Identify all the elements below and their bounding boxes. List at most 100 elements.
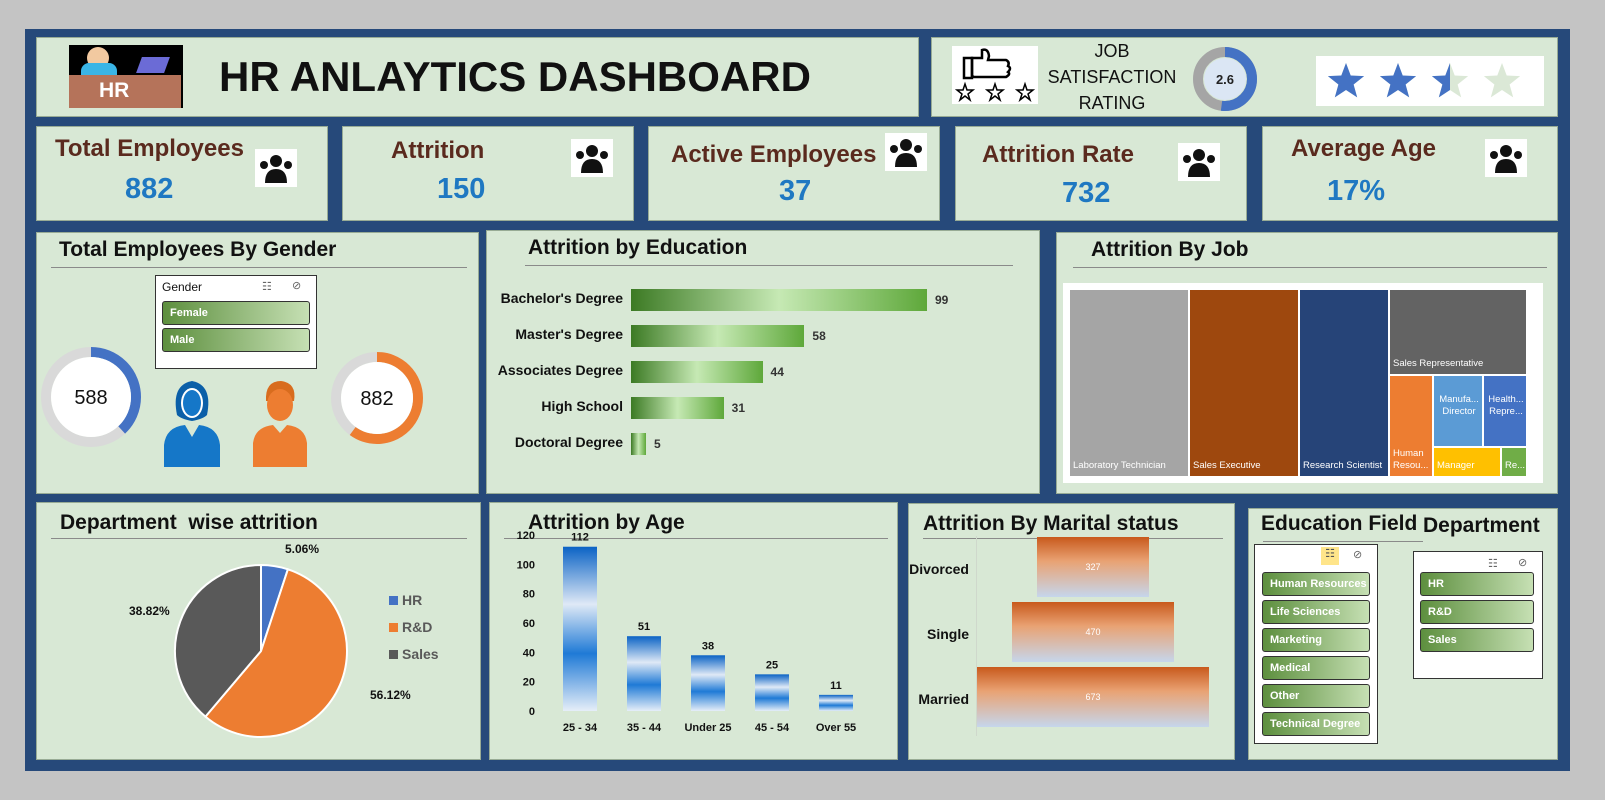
treemap-tile[interactable]: Health... Repre...: [1483, 375, 1527, 447]
department-slicer-item[interactable]: Sales: [1420, 628, 1534, 652]
marital-bar-value: 470: [1085, 627, 1101, 637]
marital-bar[interactable]: 327: [1036, 537, 1150, 597]
female-person-icon: [161, 375, 223, 467]
x-tick-label: Under 25: [684, 722, 731, 734]
age-bar[interactable]: [691, 655, 725, 711]
rating-stars: [1316, 56, 1544, 106]
education-bar-value: 5: [653, 437, 661, 451]
education-field-item[interactable]: Life Sciences: [1262, 600, 1370, 624]
treemap-tile[interactable]: Sales Representative: [1389, 289, 1527, 375]
y-tick-label: 0: [529, 706, 535, 718]
treemap-tile-label: Sales Representative: [1393, 358, 1484, 369]
treemap-tile[interactable]: Laboratory Technician: [1069, 289, 1189, 477]
age-bar-value: 25: [766, 659, 778, 671]
education-bar-label: Master's Degree: [515, 326, 623, 342]
education-bar-label: Doctoral Degree: [514, 434, 623, 450]
legend-swatch: [389, 623, 398, 632]
legend-label: Sales: [402, 646, 439, 662]
age-cycle-icon: [1485, 139, 1527, 177]
education-field-item[interactable]: Technical Degree: [1262, 712, 1370, 736]
education-bar-value: 99: [935, 293, 949, 307]
kpi-label: Average Age: [1291, 135, 1436, 162]
legend-label: R&D: [402, 619, 432, 635]
marital-bar-value: 673: [1085, 692, 1101, 702]
department-slicer-title: Department: [1423, 514, 1540, 537]
treemap-tile-label: Human Resou...: [1393, 448, 1429, 471]
education-bar-value: 31: [731, 401, 746, 415]
satisfaction-value: 2.6: [1216, 72, 1234, 87]
satisfaction-panel: JOB SATISFACTION RATING 2.6: [931, 37, 1558, 117]
education-field-item[interactable]: Marketing: [1262, 628, 1370, 652]
header-panel: HR HR ANLAYTICS DASHBOARD: [36, 37, 919, 117]
star-icon: [1327, 63, 1365, 98]
people-leaving-icon: [571, 139, 613, 177]
treemap-tile-label: Manager: [1437, 460, 1475, 471]
age-panel: Attrition by Age 0 20 40 60 80 100 120 112 25 - …: [489, 502, 898, 760]
gender-slicer-item-female[interactable]: Female: [162, 301, 310, 325]
treemap-tile-label: Health... Repre...: [1488, 394, 1524, 417]
marital-panel: Attrition By Marital status Divorced 327 S…: [908, 503, 1235, 760]
marital-bar-chart: Divorced 327 Single 470 Married 673: [909, 504, 1236, 761]
age-bar[interactable]: [819, 694, 853, 711]
kpi-card: Active Employees 37: [648, 126, 940, 221]
kpi-label: Total Employees: [55, 135, 244, 162]
kpi-label: Active Employees: [671, 141, 877, 168]
multi-select-icon[interactable]: ☷: [1321, 547, 1339, 565]
male-donut: 882: [331, 352, 423, 444]
treemap-tile[interactable]: Research Scientist: [1299, 289, 1389, 477]
department-pie-chart: 5.06% 56.12% 38.82% HR R&D Sales: [129, 542, 439, 738]
multi-select-icon[interactable]: ☷: [1488, 557, 1498, 570]
education-bar: [631, 289, 927, 311]
clear-filter-icon[interactable]: ⊘: [292, 279, 301, 292]
y-tick-label: 120: [517, 530, 535, 542]
education-field-item[interactable]: Medical: [1262, 656, 1370, 680]
gender-slicer-title: Gender: [162, 280, 203, 294]
treemap-tile-label: Manufa... Director: [1439, 394, 1479, 417]
department-slicer-item[interactable]: R&D: [1420, 600, 1534, 624]
treemap-tile[interactable]: Manager: [1433, 447, 1501, 477]
thumbs-up-stars-icon: [952, 46, 1038, 104]
department-panel: Department wise attrition 5.06% 56.12% 38.…: [36, 502, 481, 760]
treemap-tile[interactable]: Manufa... Director: [1433, 375, 1483, 447]
age-bar[interactable]: [755, 674, 789, 711]
treemap-tile[interactable]: Re...: [1501, 447, 1527, 477]
y-tick-label: 80: [523, 589, 535, 601]
treemap-tile-label: Research Scientist: [1303, 460, 1383, 471]
gender-slicer-item-male[interactable]: Male: [162, 328, 310, 352]
education-bar: [631, 325, 805, 347]
kpi-value: 17%: [1327, 175, 1386, 207]
kpi-card: Total Employees 882: [36, 126, 328, 221]
kpi-card: Attrition Rate 732: [955, 126, 1247, 221]
clear-filter-icon[interactable]: ⊘: [1518, 556, 1527, 569]
marital-bar[interactable]: 470: [1011, 602, 1174, 662]
education-field-item[interactable]: Human Resources: [1262, 572, 1370, 596]
education-bar-label: Associates Degree: [497, 362, 623, 378]
multi-select-icon[interactable]: ☷: [262, 280, 272, 293]
legend-swatch: [389, 650, 398, 659]
satisfaction-gauge: 2.6: [1193, 47, 1257, 111]
marital-bar[interactable]: 673: [977, 667, 1209, 727]
education-field-item[interactable]: Other: [1262, 684, 1370, 708]
clear-filter-icon[interactable]: ⊘: [1353, 548, 1362, 561]
department-slicer-item[interactable]: HR: [1420, 572, 1534, 596]
marital-label: Married: [918, 691, 969, 707]
female-donut: 588: [41, 347, 141, 447]
percent-person-icon: [1178, 143, 1220, 181]
treemap-tile-label: Laboratory Technician: [1073, 460, 1166, 471]
marital-label: Divorced: [909, 561, 969, 577]
department-slicer: ☷ ⊘ HR R&D Sales: [1413, 551, 1543, 679]
age-bar[interactable]: [563, 546, 597, 711]
education-bar-value: 44: [770, 365, 784, 379]
age-bar[interactable]: [627, 636, 661, 711]
job-treemap: Laboratory Technician Sales Executive Rese…: [1063, 283, 1543, 483]
education-bar-label: High School: [541, 398, 623, 414]
star-icon: [1431, 63, 1469, 98]
people-group-icon: [255, 149, 297, 187]
education-field-title: Education Field: [1261, 512, 1418, 535]
age-bar-value: 11: [830, 680, 842, 692]
treemap-tile[interactable]: Sales Executive: [1189, 289, 1299, 477]
treemap-tile[interactable]: Human Resou...: [1389, 375, 1433, 477]
kpi-label: Attrition: [391, 137, 485, 164]
dashboard-title: HR ANLAYTICS DASHBOARD: [219, 53, 811, 100]
female-donut-value: 588: [74, 387, 107, 409]
